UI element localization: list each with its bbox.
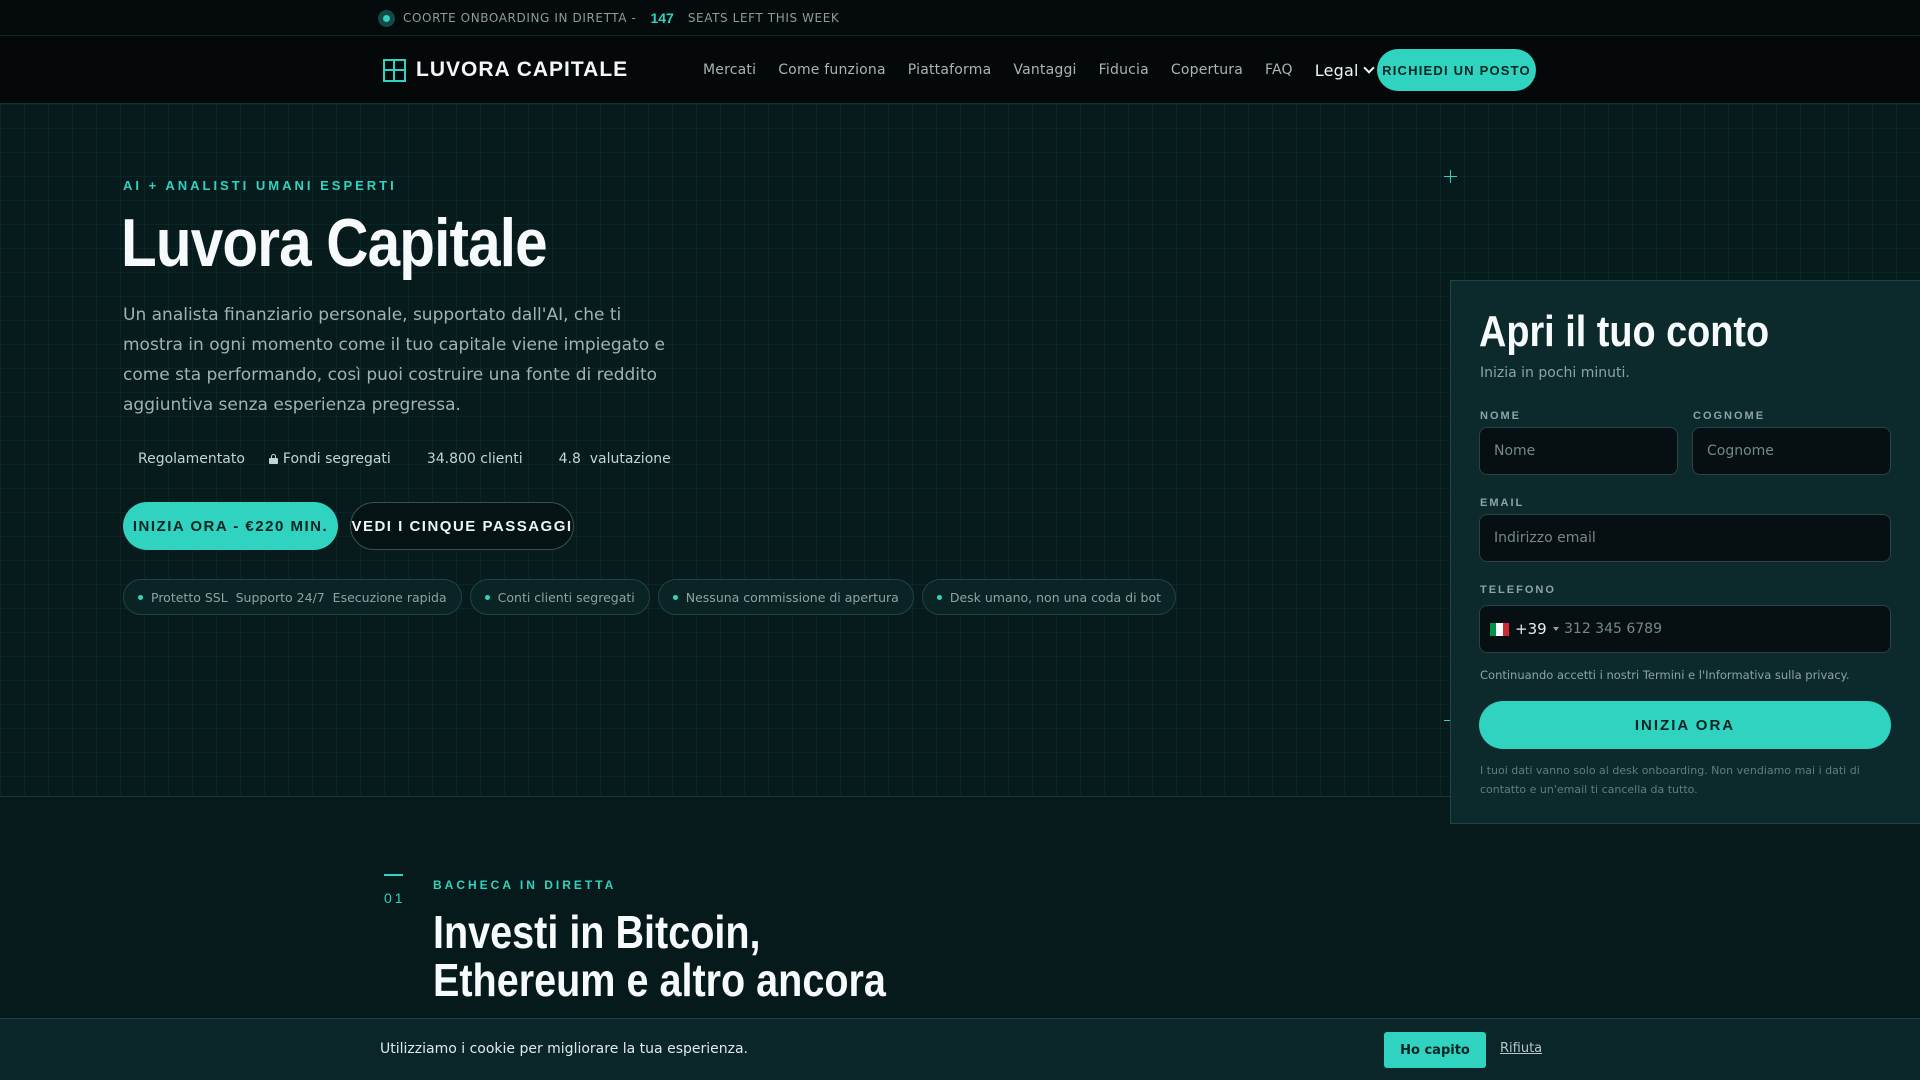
stat-regulated: Regolamentato [138, 451, 245, 467]
nav-item-copertura[interactable]: Copertura [1171, 62, 1243, 78]
form-subtitle: Inizia in pochi minuti. [1480, 365, 1630, 381]
last-name-label: COGNOME [1693, 410, 1766, 422]
brand-logo[interactable]: LUVORA CAPITALE [383, 58, 628, 82]
lock-icon [268, 454, 278, 464]
phone-field[interactable] [1564, 606, 1890, 652]
nav-legal-label: Legal [1314, 60, 1359, 80]
section-title: Investi in Bitcoin, Ethereum e altro anc… [433, 908, 886, 1004]
hero-title: Luvora Capitale [121, 205, 548, 281]
phone-label: TELEFONO [1480, 584, 1556, 596]
form-title: Apri il tuo conto [1479, 307, 1770, 356]
feature-chip: Desk umano, non una coda di bot [921, 579, 1177, 615]
stat-segregated-label: Fondi segregati [282, 451, 391, 467]
brand-name: LUVORA CAPITALE [416, 58, 629, 81]
italy-flag-icon [1490, 622, 1509, 636]
section-title-line-1: Investi in Bitcoin, [433, 906, 761, 958]
section-number: 01 [384, 890, 406, 906]
cookie-accept-button[interactable]: Ho capito [1384, 1032, 1486, 1068]
request-seat-button[interactable]: RICHIEDI UN POSTO [1377, 49, 1536, 91]
nav-item-fiducia[interactable]: Fiducia [1099, 62, 1149, 78]
email-field[interactable] [1479, 514, 1891, 562]
bullet-dot-icon [672, 594, 678, 600]
first-name-field[interactable] [1479, 427, 1678, 475]
chevron-down-icon [1362, 62, 1375, 74]
cookie-reject-link[interactable]: Rifiuta [1500, 1041, 1542, 1056]
stat-segregated: Fondi segregati [268, 451, 391, 467]
feature-chip: Conti clienti segregati [469, 579, 650, 615]
signup-form-card: Apri il tuo conto Inizia in pochi minuti… [1450, 280, 1920, 824]
last-name-field[interactable] [1692, 427, 1891, 475]
nav-item-come-funziona[interactable]: Come funziona [778, 62, 886, 78]
section-title-line-2: Ethereum e altro ancora [433, 954, 886, 1006]
caret-down-icon [1552, 627, 1559, 631]
see-five-steps-button[interactable]: VEDI I CINQUE PASSAGGI [350, 502, 574, 550]
corner-plus-icon [1444, 170, 1457, 183]
feature-chip-label: Desk umano, non una coda di bot [949, 589, 1162, 605]
cookie-banner: Utilizziamo i cookie per migliorare la t… [0, 1018, 1920, 1080]
feature-chips: Protetto SSL Supporto 24/7 Esecuzione ra… [123, 579, 1177, 615]
feature-chip-label: Protetto SSL Supporto 24/7 Esecuzione ra… [151, 589, 447, 605]
hero-eyebrow: AI + ANALISTI UMANI ESPERTI [123, 178, 397, 193]
feature-chip: Nessuna commissione di apertura [657, 579, 914, 615]
seats-label: SEATS LEFT THIS WEEK [687, 11, 840, 25]
phone-field-group: +39 [1479, 605, 1891, 653]
submit-button[interactable]: INIZIA ORA [1479, 701, 1891, 749]
live-dot-icon [378, 9, 395, 27]
section-eyebrow: BACHECA IN DIRETTA [433, 878, 617, 892]
bullet-dot-icon [138, 594, 143, 600]
plus-square-icon [383, 58, 406, 82]
stat-rating: 4.8 valutazione [558, 451, 671, 467]
nav-menu: Mercati Come funziona Piattaforma Vantag… [703, 36, 1375, 104]
hero-description: Un analista finanziario personale, suppo… [123, 305, 665, 415]
country-code-value: +39 [1515, 620, 1547, 638]
bullet-dot-icon [936, 594, 942, 600]
hero-section: AI + ANALISTI UMANI ESPERTI Luvora Capit… [0, 104, 1920, 824]
trust-stats: Regolamentato Fondi segregati 34.800 cli… [138, 451, 695, 467]
cookie-message: Utilizziamo i cookie per migliorare la t… [380, 1041, 748, 1057]
feature-chip-label: Nessuna commissione di apertura [685, 589, 899, 605]
stat-clients: 34.800 clienti [426, 451, 523, 467]
feature-chip-label: Conti clienti segregati [497, 589, 635, 605]
country-code-select[interactable]: +39 [1480, 620, 1564, 638]
nav-item-piattaforma[interactable]: Piattaforma [908, 62, 992, 78]
nav-item-vantaggi[interactable]: Vantaggi [1013, 62, 1076, 78]
cohort-label: COORTE ONBOARDING IN DIRETTA - [403, 11, 637, 25]
announcement-bar: COORTE ONBOARDING IN DIRETTA - 147 SEATS… [0, 0, 1920, 36]
main-navigation: LUVORA CAPITALE Mercati Come funziona Pi… [0, 36, 1920, 104]
nav-item-faq[interactable]: FAQ [1265, 62, 1293, 78]
terms-notice: Continuando accetti i nostri Termini e l… [1480, 668, 1850, 682]
bullet-dot-icon [484, 594, 490, 600]
section-divider [384, 874, 403, 876]
first-name-label: NOME [1480, 410, 1521, 422]
email-label: EMAIL [1480, 497, 1525, 509]
seats-count: 147 [650, 10, 674, 26]
start-now-button[interactable]: INIZIA ORA - €220 MIN. [123, 502, 338, 550]
feature-chip: Protetto SSL Supporto 24/7 Esecuzione ra… [123, 579, 462, 615]
nav-item-mercati[interactable]: Mercati [703, 62, 756, 78]
nav-legal-dropdown[interactable]: Legal [1314, 60, 1375, 80]
privacy-note: I tuoi dati vanno solo al desk onboardin… [1480, 764, 1860, 796]
